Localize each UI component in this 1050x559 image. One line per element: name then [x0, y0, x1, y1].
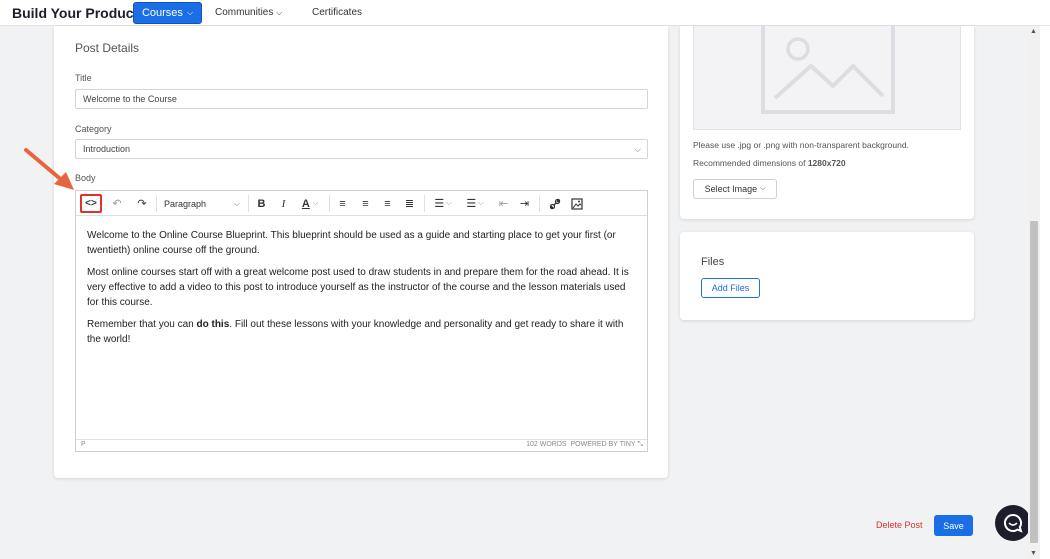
- page-scrollbar[interactable]: ▲ ▼: [1028, 26, 1040, 559]
- chevron-down-icon: ⌵: [760, 185, 766, 192]
- editor-paragraph-text: Most online courses start off with a gre…: [87, 267, 629, 308]
- justify-icon[interactable]: ≣: [401, 194, 418, 213]
- add-files-button[interactable]: Add Files: [701, 278, 760, 298]
- status-info: 102 WORDS POWERED BY TINY ⤡: [526, 441, 643, 449]
- category-label: Category: [75, 124, 112, 134]
- select-image-label: Select Image: [704, 184, 758, 194]
- toolbar-divider: [248, 195, 249, 212]
- scroll-up-icon[interactable]: ▲: [1030, 28, 1037, 35]
- body-editor: <> ↶ ↷ Paragraph ⌵ B I A ⌵ ≡ ≡ ≡ ≣ ☰ ⌵ ☰ ⌵ …: [75, 190, 648, 452]
- block-format-label: Paragraph: [164, 198, 207, 209]
- top-nav: Build Your Product Courses ⌵ Communities…: [0, 0, 1050, 26]
- indent-icon[interactable]: ⇥: [516, 194, 533, 213]
- editor-paragraph-text: Remember that you can: [87, 319, 197, 330]
- chevron-down-icon: ⌵: [276, 8, 283, 17]
- bullet-list-icon[interactable]: ☰ ⌵: [429, 194, 457, 213]
- align-center-icon[interactable]: ≡: [357, 194, 374, 213]
- editor-paragraph-text: Welcome to the Online Course Blueprint. …: [87, 230, 616, 256]
- category-select-value: Introduction: [83, 144, 131, 154]
- files-title: Files: [701, 256, 725, 268]
- chat-icon: [1004, 513, 1023, 533]
- image-dimensions-value: 1280x720: [807, 158, 846, 168]
- editor-paragraph: Most online courses start off with a gre…: [87, 265, 637, 310]
- image-placeholder: [693, 26, 961, 130]
- powered-by[interactable]: POWERED BY TINY: [570, 441, 635, 448]
- nav-courses-label: Courses: [141, 7, 183, 19]
- redo-icon[interactable]: ↷: [132, 194, 152, 213]
- align-left-icon[interactable]: ≡: [334, 194, 351, 213]
- outdent-icon[interactable]: ⇤: [495, 194, 512, 213]
- nav-certificates[interactable]: Certificates: [312, 7, 362, 18]
- word-count[interactable]: 102 WORDS: [526, 441, 566, 448]
- editor-paragraph: Welcome to the Online Course Blueprint. …: [87, 228, 637, 258]
- nav-courses-button[interactable]: Courses ⌵: [133, 2, 202, 24]
- toolbar-divider: [424, 195, 425, 212]
- bold-icon[interactable]: B: [253, 194, 270, 213]
- block-format-select[interactable]: Paragraph ⌵: [160, 194, 244, 213]
- resize-handle-icon[interactable]: ⤡: [637, 441, 643, 448]
- select-image-button[interactable]: Select Image ⌵: [693, 179, 777, 199]
- editor-bold-text: do this: [196, 319, 230, 330]
- save-button[interactable]: Save: [934, 515, 973, 536]
- image-icon[interactable]: [568, 194, 585, 213]
- chevron-down-icon: ⌵: [233, 198, 240, 208]
- image-dimensions-prefix: Recommended dimensions of: [693, 158, 808, 168]
- title-input[interactable]: Welcome to the Course: [75, 89, 648, 109]
- toolbar-divider: [156, 195, 157, 212]
- files-card: [680, 232, 974, 320]
- link-icon[interactable]: [546, 194, 563, 213]
- image-dimensions-hint: Recommended dimensions of 1280x720: [693, 158, 846, 168]
- title-label: Title: [75, 73, 92, 83]
- scroll-down-icon[interactable]: ▼: [1030, 550, 1037, 557]
- title-input-value: Welcome to the Course: [83, 94, 177, 104]
- editor-content[interactable]: Welcome to the Online Course Blueprint. …: [87, 228, 637, 354]
- chevron-down-icon: ⌵: [186, 8, 194, 17]
- nav-communities[interactable]: Communities ⌵: [215, 7, 282, 18]
- undo-icon[interactable]: ↶: [107, 194, 127, 213]
- annotation-arrow-icon: [24, 148, 74, 190]
- section-title: Post Details: [75, 41, 140, 55]
- category-select[interactable]: Introduction ⌵: [75, 139, 648, 159]
- editor-paragraph: Remember that you can do this. Fill out …: [87, 317, 637, 347]
- chevron-down-icon: ⌵: [634, 144, 641, 154]
- nav-communities-label: Communities: [215, 7, 274, 18]
- image-hint: Please use .jpg or .png with non-transpa…: [693, 140, 909, 150]
- editor-statusbar: P 102 WORDS POWERED BY TINY ⤡: [76, 439, 647, 451]
- editor-toolbar: <> ↶ ↷ Paragraph ⌵ B I A ⌵ ≡ ≡ ≡ ≣ ☰ ⌵ ☰ ⌵ …: [76, 191, 647, 216]
- page-edge: [1040, 26, 1050, 559]
- toolbar-divider: [329, 195, 330, 212]
- text-color-icon[interactable]: A ⌵: [296, 194, 324, 213]
- align-right-icon[interactable]: ≡: [379, 194, 396, 213]
- code-icon[interactable]: <>: [80, 194, 102, 213]
- image-placeholder-icon: [761, 26, 895, 114]
- scroll-thumb[interactable]: [1030, 221, 1038, 543]
- brand-title[interactable]: Build Your Product: [12, 5, 138, 21]
- element-path[interactable]: P: [81, 441, 86, 448]
- delete-post-button[interactable]: Delete Post: [876, 520, 923, 530]
- toolbar-divider: [539, 195, 540, 212]
- numbered-list-icon[interactable]: ☰ ⌵: [461, 194, 489, 213]
- italic-icon[interactable]: I: [275, 194, 292, 213]
- chat-launcher-button[interactable]: [995, 505, 1031, 541]
